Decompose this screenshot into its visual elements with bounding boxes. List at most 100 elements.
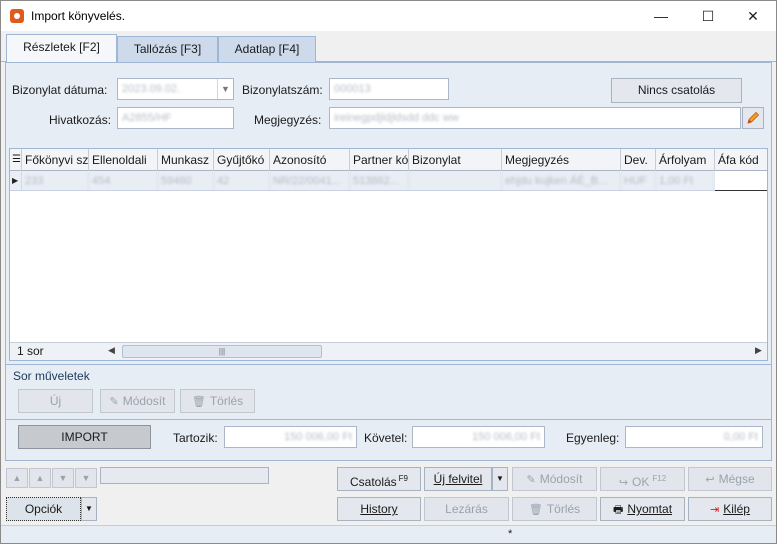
doc-number-field[interactable]: 000013 (329, 78, 449, 100)
date-label: Bizonylat dátuma: (12, 83, 108, 97)
cell-partner[interactable]: 513862... (350, 171, 409, 191)
delete-button[interactable]: 🗑 Törlés (512, 497, 597, 521)
col-worknumber[interactable]: Munkasz (158, 149, 214, 171)
ok-button[interactable]: ↪ OK F12 (600, 467, 685, 491)
cell-currency[interactable]: HUF (621, 171, 656, 191)
cell-counter[interactable]: 454 (89, 171, 158, 191)
exit-button[interactable]: ⇥ Kilép (688, 497, 772, 521)
options-dropdown-button[interactable]: ▼ (81, 497, 97, 521)
ok-shortcut: F12 (652, 474, 667, 483)
tab-datasheet[interactable]: Adatlap [F4] (218, 36, 316, 62)
col-document[interactable]: Bizonylat (409, 149, 502, 171)
cell-rate[interactable]: 1,00 Ft (656, 171, 715, 191)
col-vat-code[interactable]: Áfa kód (715, 149, 767, 171)
move-up-button[interactable]: ▲ (29, 468, 51, 488)
col-partner[interactable]: Partner kó (350, 149, 409, 171)
move-first-button[interactable]: ▲ (6, 468, 28, 488)
reference-value: A2855/HF (122, 112, 172, 124)
chevron-down-icon[interactable]: ▼ (217, 79, 233, 99)
note-field[interactable]: ireinegpdjldjldsdd ddc ww (329, 107, 741, 129)
row-indicator-icon: ▶ (10, 171, 22, 191)
note-value: ireinegpdjldjldsdd ddc ww (334, 112, 459, 124)
doc-number-label: Bizonylatszám: (242, 83, 323, 97)
minimize-button[interactable]: — (638, 1, 684, 31)
cell-vat-code[interactable] (715, 171, 767, 191)
close-button[interactable]: ✕ (730, 1, 776, 31)
cancel-button[interactable]: ↩ Mégse (688, 467, 772, 491)
maximize-button[interactable]: ☐ (685, 1, 731, 31)
table-row[interactable]: ▶ 233 454 59460 42 NR/22/0041... 513862.… (10, 171, 767, 191)
move-last-button[interactable]: ▼ (75, 468, 97, 488)
debit-label: Tartozik: (173, 431, 218, 445)
horizontal-scrollbar-thumb[interactable]: ||| (122, 345, 322, 358)
exit-icon: ⇥ (710, 504, 720, 516)
col-currency[interactable]: Dev. (621, 149, 656, 171)
row-count: 1 sor (17, 344, 44, 358)
details-panel: Bizonylat dátuma: 2023.09.02. ▼ Bizonyla… (5, 62, 772, 461)
note-label: Megjegyzés: (254, 113, 322, 127)
cell-document[interactable] (409, 171, 502, 191)
progress-bar (100, 467, 269, 484)
col-note[interactable]: Megjegyzés (502, 149, 621, 171)
enter-icon: ↪ (618, 477, 629, 489)
divider (6, 419, 771, 420)
cell-worknumber[interactable]: 59460 (158, 171, 214, 191)
print-button[interactable]: 🖶 Nyomtat (600, 497, 685, 521)
new-entry-button[interactable]: Új felvitel (424, 467, 492, 491)
title-bar: Import könyvelés. — ☐ ✕ (1, 1, 776, 31)
col-identifier[interactable]: Azonosító (270, 149, 350, 171)
debit-field: 150 006,00 Ft (224, 426, 357, 448)
balance-label: Egyenleg: (566, 431, 620, 445)
new-entry-dropdown-button[interactable]: ▼ (492, 467, 508, 491)
double-up-icon: ▲ (12, 473, 22, 483)
import-button[interactable]: IMPORT (18, 425, 151, 449)
trash-icon: 🗑 (528, 504, 543, 516)
cell-collector[interactable]: 42 (214, 171, 270, 191)
attach-button[interactable]: Csatolás F9 (337, 467, 421, 491)
chevron-down-icon: ▼ (496, 474, 504, 483)
pencil-icon: ✎ (109, 396, 119, 408)
up-icon: ▲ (35, 473, 45, 483)
import-window: Import könyvelés. — ☐ ✕ Részletek [F2] T… (0, 0, 777, 544)
attach-shortcut: F9 (398, 474, 409, 483)
balance-field: 0,00 Ft (625, 426, 763, 448)
attachment-button[interactable]: Nincs csatolás (611, 78, 742, 103)
options-button[interactable]: Opciók (6, 497, 81, 521)
scroll-right-icon[interactable]: ▶ (755, 345, 762, 356)
chevron-down-icon: ▼ (85, 504, 93, 513)
pencil-icon: ✎ (526, 474, 536, 486)
printer-icon: 🖶 (612, 504, 624, 516)
credit-label: Követel: (364, 431, 408, 445)
history-button[interactable]: History (337, 497, 421, 521)
cell-identifier[interactable]: NR/22/0041... (270, 171, 350, 191)
credit-value: 150 006,00 Ft (472, 431, 540, 443)
cell-ledger[interactable]: 233 (22, 171, 89, 191)
tab-details[interactable]: Részletek [F2] (6, 34, 117, 63)
double-down-icon: ▼ (81, 473, 91, 483)
date-value: 2023.09.02. (122, 83, 181, 95)
edit-button[interactable]: ✎ Módosít (512, 467, 597, 491)
pencil-icon (747, 111, 760, 124)
row-new-button[interactable]: Új (18, 389, 93, 413)
col-ledger[interactable]: Főkönyvi sz (22, 149, 89, 171)
row-edit-button[interactable]: ✎ Módosít (100, 389, 175, 413)
row-delete-button[interactable]: 🗑 Törlés (180, 389, 255, 413)
trash-icon: 🗑 (191, 396, 206, 408)
credit-field: 150 006,00 Ft (412, 426, 545, 448)
col-collector[interactable]: Gyűjtőkó (214, 149, 270, 171)
edit-note-button[interactable] (742, 107, 764, 129)
cell-note[interactable]: ehjdu kujken ÁÉ_B... (502, 171, 621, 191)
column-chooser-icon[interactable]: ☰ (10, 149, 22, 171)
date-field[interactable]: 2023.09.02. ▼ (117, 78, 234, 100)
lock-button[interactable]: Lezárás (424, 497, 509, 521)
scroll-left-icon[interactable]: ◀ (108, 345, 115, 356)
undo-icon: ↩ (705, 474, 715, 486)
tab-browse[interactable]: Tallózás [F3] (117, 36, 218, 62)
down-icon: ▼ (58, 473, 68, 483)
col-rate[interactable]: Árfolyam (656, 149, 715, 171)
move-down-button[interactable]: ▼ (52, 468, 74, 488)
divider (6, 364, 771, 365)
debit-value: 150 006,00 Ft (284, 431, 352, 443)
col-counter[interactable]: Ellenoldali (89, 149, 158, 171)
reference-field[interactable]: A2855/HF (117, 107, 234, 129)
